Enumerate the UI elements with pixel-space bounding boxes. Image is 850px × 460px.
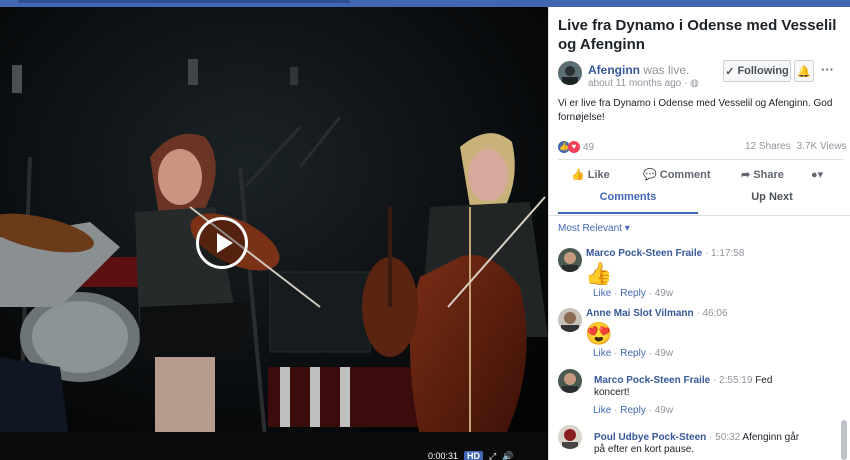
author-name[interactable]: Afenginn <box>588 63 640 77</box>
was-live-text: was live. <box>643 63 690 77</box>
share-arrow-icon: ➦ <box>741 169 751 181</box>
notifications-button[interactable]: 🔔 <box>794 60 814 82</box>
speech-bubble-icon: 💬 <box>643 169 657 181</box>
views-count: 3.7K Views <box>796 141 847 152</box>
comment-author[interactable]: Poul Udbye Pock-Steen <box>594 432 706 443</box>
comment-like-link[interactable]: Like <box>593 405 611 416</box>
share-view-stats: 12 Shares 3.7K Views <box>745 141 846 152</box>
divider <box>549 215 850 216</box>
commenter-avatar[interactable] <box>558 248 582 272</box>
comment-action[interactable]: 💬 Comment <box>643 168 711 181</box>
audience-selector[interactable]: ●▾ <box>811 168 823 181</box>
comment-actions: Like · Reply · 49w <box>593 348 674 359</box>
tab-comments[interactable]: Comments <box>558 188 698 214</box>
post-body: Vi er live fra Dynamo i Odense med Vesse… <box>558 98 833 123</box>
shares-count[interactable]: 12 Shares <box>745 141 791 152</box>
profile-avatar-icon: ● <box>811 169 818 181</box>
video-player[interactable]: 0:00:31 HD ⤢ 🔊 <box>0 7 548 460</box>
comment-header: Marco Pock-Steen Fraile · 1:17:58 <box>586 248 744 259</box>
comment-actions: Like · Reply · 49w <box>593 405 674 416</box>
top-nav-bar <box>0 0 850 7</box>
comment-emoji: 👍 <box>585 261 613 286</box>
check-icon: ✓ <box>725 65 735 78</box>
dropdown-caret-icon: ▾ <box>817 169 824 181</box>
love-reaction-icon: ♥ <box>568 141 580 153</box>
play-button[interactable] <box>196 217 248 269</box>
comment-actions: Like · Reply · 49w <box>593 288 674 299</box>
comment-text: Afenginn går <box>742 432 800 443</box>
commenter-avatar[interactable] <box>558 308 582 332</box>
globe-icon: ◍ <box>690 78 699 89</box>
thumb-up-icon: 👍 <box>571 169 585 181</box>
comment-text-continued: på efter en kort pause. <box>594 444 695 455</box>
comment-emoji: 😍 <box>585 321 613 346</box>
more-options-icon[interactable]: ··· <box>821 62 834 77</box>
nav-highlight <box>18 0 350 3</box>
comment-author[interactable]: Marco Pock-Steen Fraile <box>586 248 702 259</box>
reaction-count: 49 <box>583 141 595 153</box>
comment-age[interactable]: 49w <box>655 405 673 416</box>
volume-icon[interactable]: 🔊 <box>502 451 513 460</box>
comment-reply-link[interactable]: Reply <box>620 288 646 299</box>
like-action[interactable]: 👍 Like <box>571 168 610 181</box>
comment-reply-link[interactable]: Reply <box>620 348 646 359</box>
author-line: Afenginn was live. <box>588 63 689 77</box>
comment-reply-link[interactable]: Reply <box>620 405 646 416</box>
sort-dropdown[interactable]: Most Relevant ▾ <box>558 223 630 234</box>
dropdown-caret-icon: ▾ <box>624 223 630 234</box>
comment-like-link[interactable]: Like <box>593 348 611 359</box>
comment-timestamp[interactable]: · 46:06 <box>696 308 727 319</box>
comment-header: Poul Udbye Pock-Steen · 50:32 Afenginn g… <box>594 432 799 443</box>
author-avatar[interactable] <box>558 61 582 85</box>
post-time[interactable]: about 11 months ago · ◍ <box>588 78 699 89</box>
bell-icon: 🔔 <box>797 65 811 78</box>
player-time: 0:00:31 <box>428 451 459 460</box>
scrollbar[interactable] <box>841 420 847 460</box>
comment-header: Marco Pock-Steen Fraile · 2:55:19 Fed <box>594 375 772 386</box>
player-controls: 0:00:31 HD ⤢ 🔊 <box>428 450 548 460</box>
share-action[interactable]: ➦ Share <box>741 168 784 181</box>
comment-author[interactable]: Anne Mai Slot Vilmann <box>586 308 694 319</box>
video-frame <box>0 7 548 460</box>
tab-up-next[interactable]: Up Next <box>699 188 845 214</box>
commenter-avatar[interactable] <box>558 369 582 393</box>
comment-timestamp[interactable]: · 1:17:58 <box>705 248 744 259</box>
comment-text-continued: koncert! <box>594 387 630 398</box>
comment-text: Fed <box>755 375 773 386</box>
hd-badge[interactable]: HD <box>464 451 484 460</box>
comment-like-link[interactable]: Like <box>593 288 611 299</box>
comment-age[interactable]: 49w <box>655 288 673 299</box>
divider <box>558 159 843 160</box>
post-side-panel: Live fra Dynamo i Odense med Vesselil og… <box>548 7 850 460</box>
reaction-summary[interactable]: 👍 ♥ 49 <box>558 140 594 154</box>
commenter-avatar[interactable] <box>558 425 582 449</box>
comment-age[interactable]: 49w <box>655 348 673 359</box>
comment-author[interactable]: Marco Pock-Steen Fraile <box>594 375 710 386</box>
post-title: Live fra Dynamo i Odense med Vesselil og… <box>558 17 837 53</box>
comment-timestamp[interactable]: · 2:55:19 <box>713 375 752 386</box>
comment-timestamp[interactable]: · 50:32 <box>709 432 740 443</box>
following-button[interactable]: ✓ Following <box>723 60 791 82</box>
comment-header: Anne Mai Slot Vilmann · 46:06 <box>586 308 728 319</box>
play-icon <box>217 233 233 253</box>
fullscreen-icon[interactable]: ⤢ <box>489 451 496 460</box>
